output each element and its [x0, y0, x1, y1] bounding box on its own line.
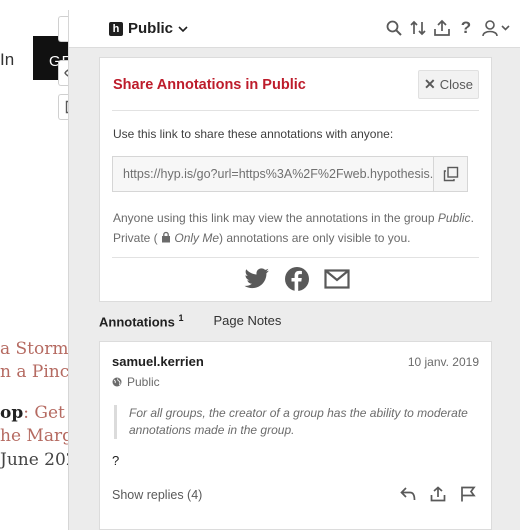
note-only-me: Only Me	[174, 231, 220, 245]
sort-icon[interactable]	[409, 18, 427, 38]
chevron-down-icon	[178, 25, 188, 32]
share-annotations-panel: Share Annotations in Public ✕ Close Use …	[99, 57, 492, 302]
search-icon[interactable]	[385, 18, 403, 38]
annotations-count-badge: 1	[178, 313, 184, 323]
social-share-row	[100, 266, 493, 292]
signin-link[interactable]: In	[0, 50, 14, 70]
share-icon[interactable]	[429, 485, 447, 503]
flag-icon[interactable]	[459, 485, 477, 503]
divider	[112, 257, 479, 258]
sidebar-panel: h Public ? Share Annotations in Public ✕…	[68, 10, 520, 530]
note-text: ) annotations are only visible to you.	[219, 231, 411, 245]
copy-icon	[443, 166, 458, 182]
share-instruction: Use this link to share these annotations…	[113, 127, 394, 141]
visibility-label: Public	[127, 375, 160, 389]
annotation-actions	[399, 485, 477, 503]
divider	[112, 110, 479, 111]
annotation-card[interactable]: samuel.kerrien 10 janv. 2019 Public For …	[99, 341, 492, 530]
tab-page-notes[interactable]: Page Notes	[213, 313, 281, 329]
top-bar: h Public ?	[69, 10, 520, 48]
twitter-icon[interactable]	[244, 266, 270, 292]
article-bold: op	[0, 403, 24, 423]
annotation-date[interactable]: 10 janv. 2019	[408, 355, 479, 369]
share-icon[interactable]	[433, 18, 451, 38]
annotation-username[interactable]: samuel.kerrien	[112, 354, 204, 369]
email-icon[interactable]	[323, 266, 350, 292]
annotation-tabs: Annotations 1 Page Notes	[99, 313, 281, 329]
show-replies-button[interactable]: Show replies (4)	[112, 488, 202, 502]
share-title: Share Annotations in Public	[113, 77, 306, 93]
close-label: Close	[439, 77, 473, 92]
close-button[interactable]: ✕ Close	[418, 70, 479, 99]
share-note: Anyone using this link may view the anno…	[113, 208, 483, 248]
lock-icon	[162, 231, 171, 243]
top-bar-actions: ?	[385, 18, 511, 38]
user-icon[interactable]	[481, 18, 511, 38]
facebook-icon[interactable]	[284, 266, 310, 292]
annotation-visibility: Public	[112, 375, 160, 389]
group-selector[interactable]: h Public	[109, 20, 188, 37]
globe-icon	[112, 377, 122, 387]
tab-annotations-label: Annotations	[99, 314, 175, 330]
note-text: Anyone using this link may view the anno…	[113, 211, 438, 225]
copy-link-button[interactable]	[433, 156, 468, 192]
hypothesis-logo-icon: h	[109, 21, 123, 36]
annotation-body: ?	[112, 453, 120, 468]
annotation-sidebar: h Public ? Share Annotations in Public ✕…	[58, 10, 520, 530]
reply-icon[interactable]	[399, 485, 417, 503]
tab-annotations[interactable]: Annotations 1	[99, 313, 183, 329]
share-link-field[interactable]: https://hyp.is/go?url=https%3A%2F%2Fweb.…	[112, 156, 468, 192]
note-group: Public	[437, 211, 471, 225]
group-name: Public	[128, 20, 174, 37]
close-icon: ✕	[424, 76, 436, 92]
help-icon[interactable]: ?	[457, 18, 475, 38]
annotation-quote: For all groups, the creator of a group h…	[114, 405, 469, 439]
